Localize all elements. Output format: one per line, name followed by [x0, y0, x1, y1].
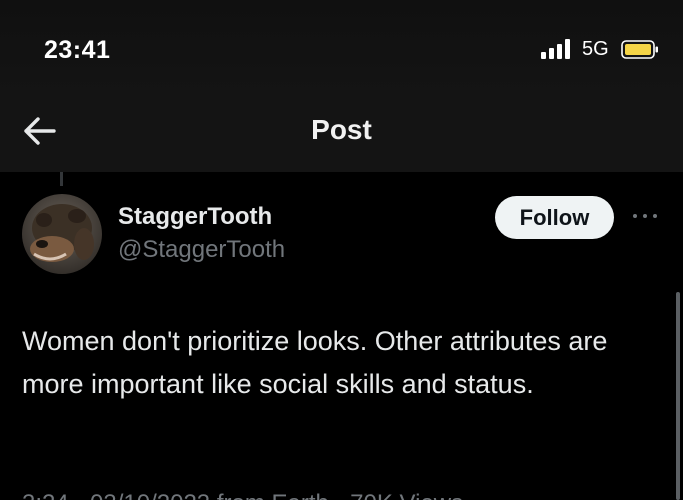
avatar-image	[22, 194, 102, 274]
battery-icon	[621, 40, 658, 59]
status-time: 23:41	[44, 36, 111, 64]
author-display-name[interactable]: StaggerTooth	[118, 203, 272, 231]
signal-icon	[541, 39, 570, 59]
status-bar: 23:41 5G	[0, 0, 683, 100]
network-label: 5G	[582, 38, 609, 60]
follow-button[interactable]: Follow	[495, 196, 614, 239]
page-title: Post	[311, 114, 372, 145]
more-horizontal-icon[interactable]	[630, 206, 660, 226]
author-handle[interactable]: @StaggerTooth	[118, 236, 285, 264]
post-text: Women don't prioritize looks. Other attr…	[22, 326, 608, 399]
top-bar: Post	[0, 100, 683, 172]
post-meta: 3:24 · 03/10/2023 from Earth · 70K Views	[22, 490, 463, 500]
thread-connector	[60, 172, 63, 186]
scrollbar[interactable]	[676, 292, 680, 500]
avatar[interactable]	[22, 194, 102, 274]
post-screen: 23:41 5G Post StaggerTooth @StaggerTooth…	[0, 0, 683, 500]
